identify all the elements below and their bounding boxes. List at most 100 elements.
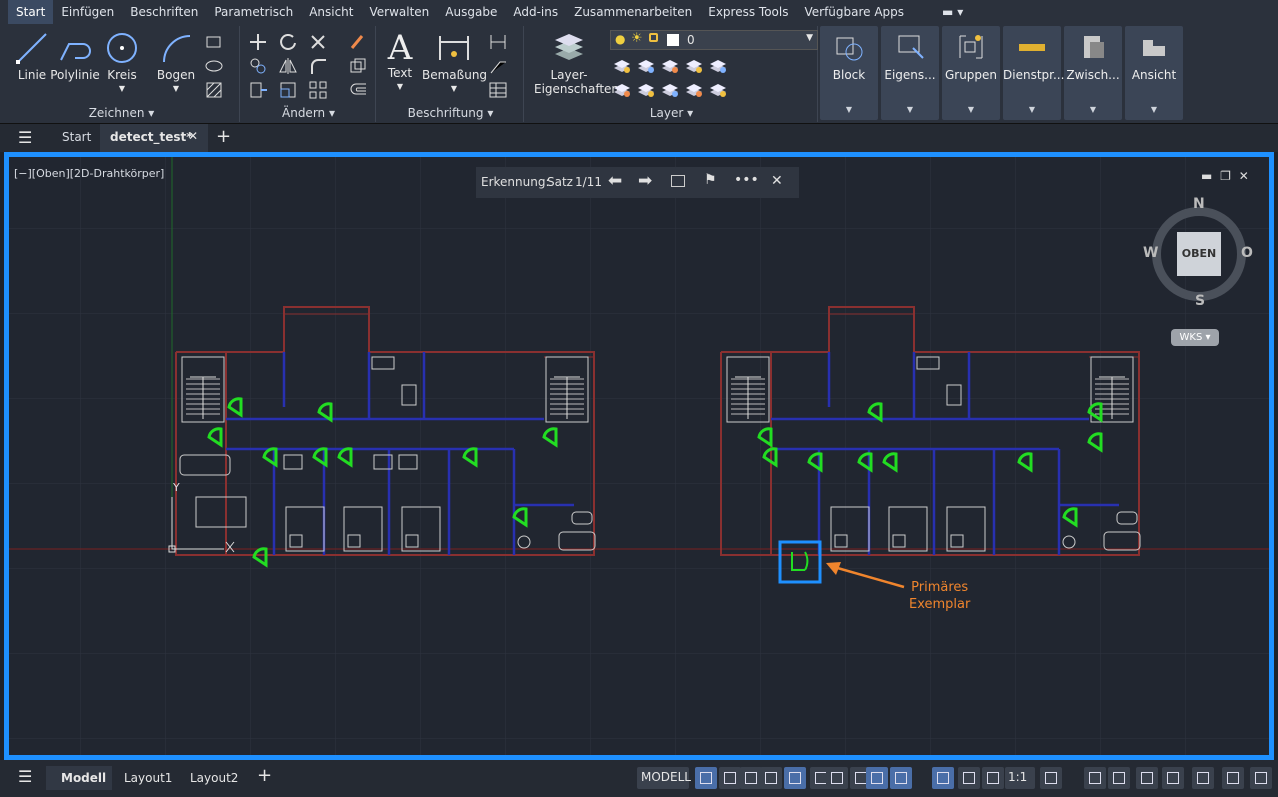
annotation-visibility-icon[interactable] <box>958 767 980 789</box>
zeichnen-title[interactable]: Zeichnen ▾ <box>4 106 239 120</box>
compass-o[interactable]: O <box>1241 245 1253 261</box>
erase-icon[interactable] <box>348 32 368 52</box>
aendern-title[interactable]: Ändern ▾ <box>242 106 375 120</box>
layer-eigenschaften-button[interactable]: Layer- Eigenschaften <box>534 30 619 96</box>
restore-icon[interactable]: ❐ <box>1220 169 1231 183</box>
viewcube[interactable]: OBEN N S W O <box>1143 196 1254 309</box>
annotation-scale-button[interactable]: 1:1 <box>1005 767 1035 789</box>
beschriftung-title[interactable]: Beschriftung ▾ <box>378 106 523 120</box>
osnap-track-icon[interactable] <box>826 767 848 789</box>
layer-off-icon[interactable] <box>708 56 728 76</box>
menu-ansicht[interactable]: Ansicht <box>301 0 361 24</box>
close-detection-icon[interactable]: ✕ <box>771 173 783 189</box>
compass-n[interactable]: N <box>1193 196 1205 212</box>
grid-icon[interactable] <box>695 767 717 789</box>
wcs-dropdown[interactable]: WKS ▾ <box>1171 329 1219 346</box>
trim-icon[interactable] <box>308 32 328 52</box>
snap-icon[interactable] <box>719 767 741 789</box>
units-icon[interactable] <box>1222 767 1244 789</box>
menu-parametrisch[interactable]: Parametrisch <box>206 0 301 24</box>
workspace-gear-icon[interactable] <box>1040 767 1062 789</box>
hamburger-icon[interactable]: ☰ <box>18 128 32 147</box>
layer-lock-icon[interactable] <box>636 80 656 100</box>
move-icon[interactable] <box>248 32 268 52</box>
tab-modell[interactable]: Modell <box>46 766 112 790</box>
dienstprogramme-panel[interactable]: Dienstpr... ▼ <box>1003 26 1064 120</box>
arrow-right-icon[interactable]: ➡ <box>638 171 652 191</box>
polylinie-button[interactable]: Polylinie <box>48 30 102 82</box>
flag-icon[interactable]: ⚑ <box>704 172 717 188</box>
menu-add-ins[interactable]: Add-ins <box>505 0 566 24</box>
array-icon[interactable] <box>308 80 328 100</box>
view-label[interactable]: [−][Oben][2D-Drahtkörper] <box>14 167 164 180</box>
minimize-icon[interactable]: ▬ <box>1201 169 1212 183</box>
rectangle-icon[interactable] <box>204 32 224 52</box>
kreis-button[interactable]: Kreis ▼ <box>102 30 142 96</box>
customize-menu-icon[interactable] <box>1250 767 1272 789</box>
tab-layout1[interactable]: Layout1 <box>124 771 172 785</box>
bogen-button[interactable]: Bogen ▼ <box>152 30 200 96</box>
arrow-left-icon[interactable]: ⬅ <box>608 171 622 191</box>
offset-icon[interactable] <box>348 80 368 100</box>
drawing-viewport[interactable]: Y [−][Oben][2D-Drahtkörper] Erkennung: S… <box>4 152 1274 760</box>
stretch-icon[interactable] <box>248 80 268 100</box>
menu-express-tools[interactable]: Express Tools <box>700 0 796 24</box>
layer-freeze-icon[interactable] <box>612 80 632 100</box>
menu-start[interactable]: Start <box>8 0 54 24</box>
polar-icon[interactable] <box>784 767 806 789</box>
close-icon[interactable]: ✕ <box>188 129 198 143</box>
tab-detect-test[interactable]: detect_test* ✕ <box>100 124 208 152</box>
rotate-icon[interactable] <box>278 32 298 52</box>
layer-unlock-icon[interactable] <box>660 80 680 100</box>
plus-icon[interactable] <box>1084 767 1106 789</box>
ortho-icon[interactable] <box>760 767 782 789</box>
gruppen-panel[interactable]: Gruppen ▼ <box>942 26 1000 120</box>
mirror-icon[interactable] <box>278 56 298 76</box>
layer-dropdown[interactable]: ● ☀ 0 ▼ <box>610 30 818 50</box>
add-layout-icon[interactable]: + <box>257 765 272 786</box>
ellipse-icon[interactable] <box>204 56 224 76</box>
transparency-icon[interactable] <box>890 767 912 789</box>
layer-match-icon[interactable] <box>612 56 632 76</box>
layer-isolate-icon[interactable] <box>660 56 680 76</box>
tab-layout2[interactable]: Layout2 <box>190 771 238 785</box>
menu-beschriften[interactable]: Beschriften <box>122 0 206 24</box>
copy-icon[interactable] <box>248 56 268 76</box>
zwischenablage-panel[interactable]: Zwisch... ▼ <box>1064 26 1122 120</box>
bemassung-button[interactable]: Bemaßung ▼ <box>422 30 487 96</box>
drawing-canvas[interactable]: Y <box>9 157 1269 755</box>
leader-icon[interactable] <box>488 56 508 76</box>
menu-ausgabe[interactable]: Ausgabe <box>437 0 505 24</box>
compass-s[interactable]: S <box>1195 293 1205 309</box>
table-icon[interactable] <box>488 80 508 100</box>
fillet-icon[interactable] <box>308 56 328 76</box>
snap-dropdown-icon[interactable] <box>740 767 762 789</box>
menu-verfügbare-apps[interactable]: Verfügbare Apps <box>796 0 912 24</box>
hardware-accel-icon[interactable] <box>1136 767 1158 789</box>
select-cycle-icon[interactable] <box>932 767 954 789</box>
layout-menu-icon[interactable]: ☰ <box>18 767 32 786</box>
scale-icon[interactable] <box>278 80 298 100</box>
clean-screen-icon[interactable] <box>1162 767 1184 789</box>
menu-zusammenarbeiten[interactable]: Zusammenarbeiten <box>566 0 700 24</box>
autoscale-icon[interactable] <box>982 767 1004 789</box>
layer-state-icon[interactable] <box>684 80 704 100</box>
menu-verwalten[interactable]: Verwalten <box>362 0 438 24</box>
modell-button[interactable]: MODELL <box>637 767 691 789</box>
eigenschaften-panel[interactable]: Eigens... ▼ <box>881 26 939 120</box>
linear-dim-icon[interactable] <box>488 32 508 52</box>
text-button[interactable]: A Text ▼ <box>382 30 418 94</box>
ansicht-panel[interactable]: Ansicht ▼ <box>1125 26 1183 120</box>
layer-unisolate-icon[interactable] <box>684 56 704 76</box>
compass-w[interactable]: W <box>1143 245 1158 261</box>
layer-previous-icon[interactable] <box>636 56 656 76</box>
lineweight-icon[interactable] <box>866 767 888 789</box>
zoom-to-icon[interactable] <box>671 175 685 187</box>
hatch-icon[interactable] <box>204 80 224 100</box>
isolate-objects-icon[interactable] <box>1108 767 1130 789</box>
ribbon-toggle-icon[interactable]: ▬ ▾ <box>934 0 971 24</box>
tab-start[interactable]: Start <box>62 130 91 144</box>
more-icon[interactable]: ••• <box>734 172 759 188</box>
menu-einfügen[interactable]: Einfügen <box>53 0 122 24</box>
layer-walk-icon[interactable] <box>708 80 728 100</box>
